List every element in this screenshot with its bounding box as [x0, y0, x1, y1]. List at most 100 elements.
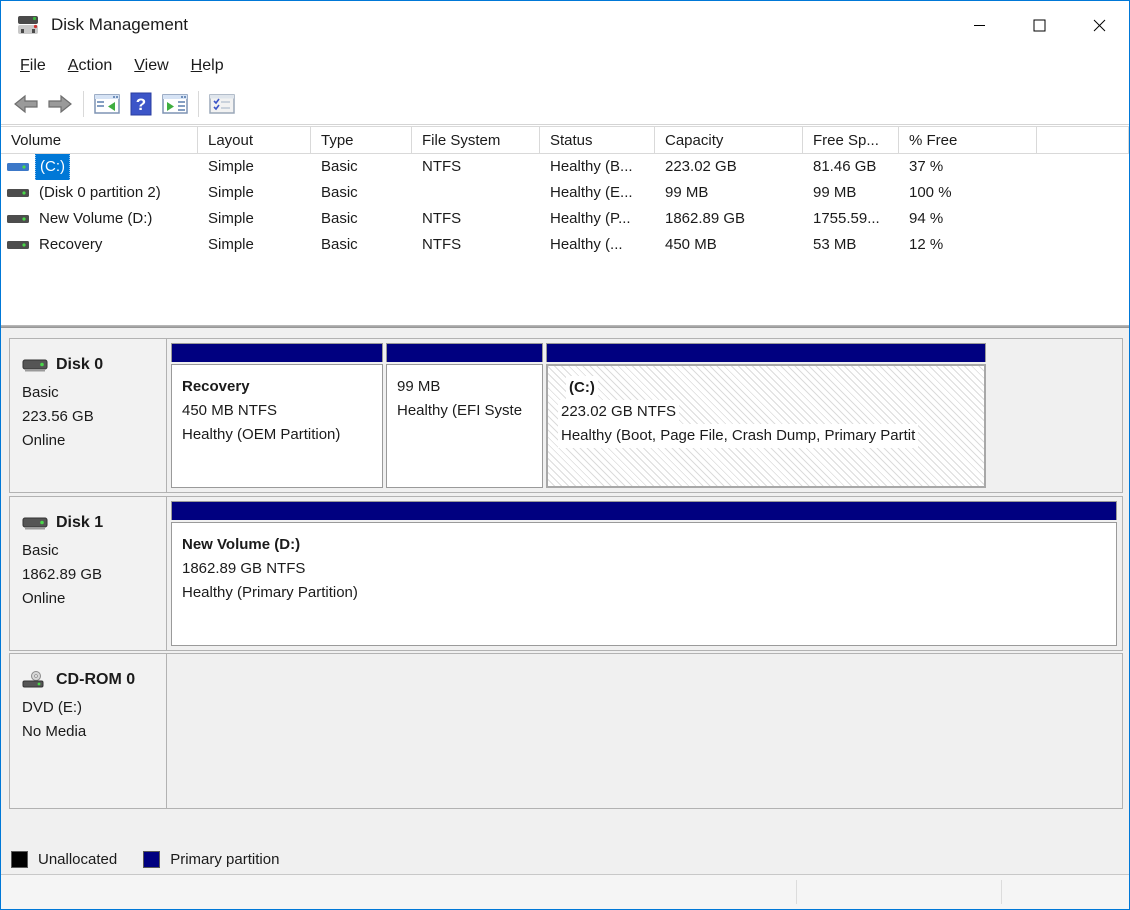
cell-file-system: NTFS [412, 206, 540, 232]
menu-view[interactable]: View [123, 53, 179, 79]
disk-name: CD-ROM 0 [56, 668, 135, 692]
maximize-button[interactable] [1009, 1, 1069, 49]
legend: Unallocated Primary partition [11, 851, 295, 868]
partition-efi-system[interactable]: 99 MB Healthy (EFI Syste [386, 343, 543, 488]
volume-name: New Volume (D:) [35, 206, 156, 232]
cell-layout: Simple [198, 232, 311, 258]
legend-unallocated-label: Unallocated [38, 851, 117, 868]
maximize-icon [1033, 19, 1046, 32]
action-pane-icon [162, 93, 188, 115]
volume-row-disk0-partition2[interactable]: (Disk 0 partition 2) Simple Basic Health… [1, 180, 1129, 206]
toolbar-separator [83, 91, 84, 117]
partition-status: Healthy (EFI Syste [397, 399, 542, 423]
cell-type: Basic [311, 232, 412, 258]
volume-row-c[interactable]: (C:) Simple Basic NTFS Healthy (B... 223… [1, 154, 1129, 180]
cell-free-space: 1755.59... [803, 206, 899, 232]
cell-pct-free: 12 % [899, 232, 1037, 258]
action-pane-button[interactable] [158, 88, 192, 120]
forward-icon [47, 94, 73, 114]
legend-primary-partition-label: Primary partition [170, 851, 279, 868]
partition-name: (C:) [566, 376, 598, 400]
svg-text:?: ? [136, 95, 146, 114]
primary-partition-swatch [143, 851, 160, 868]
cell-capacity: 450 MB [655, 232, 803, 258]
volume-icon [7, 162, 29, 172]
disk-1-row: Disk 1 Basic 1862.89 GB Online New Volum… [9, 496, 1123, 651]
volume-name: (C:) [35, 154, 70, 180]
help-icon: ? [130, 92, 152, 116]
partition-status: Healthy (Primary Partition) [182, 581, 1116, 605]
cell-free-space: 53 MB [803, 232, 899, 258]
menu-help[interactable]: Help [180, 53, 235, 79]
disk-1-label-panel[interactable]: Disk 1 Basic 1862.89 GB Online [9, 496, 167, 651]
disk-1-graph: New Volume (D:) 1862.89 GB NTFS Healthy … [167, 496, 1123, 651]
checklist-icon [209, 93, 235, 115]
statusbar-divider [796, 880, 797, 904]
menu-file[interactable]: File [9, 53, 57, 79]
column-header-type[interactable]: Type [311, 126, 412, 154]
disk-size: 1862.89 GB [22, 563, 166, 587]
cell-pct-free: 94 % [899, 206, 1037, 232]
cell-capacity: 99 MB [655, 180, 803, 206]
toolbar: ? [1, 83, 1129, 125]
forward-button[interactable] [43, 88, 77, 120]
partition-color-bar [546, 343, 986, 362]
close-icon [1093, 19, 1106, 32]
close-button[interactable] [1069, 1, 1129, 49]
partition-new-volume-d[interactable]: New Volume (D:) 1862.89 GB NTFS Healthy … [171, 501, 1117, 646]
partition-recovery[interactable]: Recovery 450 MB NTFS Healthy (OEM Partit… [171, 343, 383, 488]
volume-icon [7, 240, 29, 250]
cell-capacity: 223.02 GB [655, 154, 803, 180]
toolbar-separator [198, 91, 199, 117]
cell-capacity: 1862.89 GB [655, 206, 803, 232]
partition-c-drive[interactable]: (C:) 223.02 GB NTFS Healthy (Boot, Page … [546, 343, 986, 488]
cdrom-0-graph [167, 653, 1123, 809]
partition-color-bar [386, 343, 543, 362]
console-tree-icon [94, 93, 120, 115]
cell-free-space: 81.46 GB [803, 154, 899, 180]
console-tree-button[interactable] [90, 88, 124, 120]
cell-status: Healthy (... [540, 232, 655, 258]
volume-icon [7, 188, 29, 198]
disk-icon [22, 356, 48, 374]
volume-row-new-volume-d[interactable]: New Volume (D:) Simple Basic NTFS Health… [1, 206, 1129, 232]
cell-type: Basic [311, 180, 412, 206]
disk-kind: Basic [22, 381, 166, 405]
minimize-icon [973, 19, 986, 32]
unallocated-swatch [11, 851, 28, 868]
column-header-status[interactable]: Status [540, 126, 655, 154]
column-header-layout[interactable]: Layout [198, 126, 311, 154]
cell-file-system: NTFS [412, 232, 540, 258]
disk-size: 223.56 GB [22, 405, 166, 429]
column-header-pct-free[interactable]: % Free [899, 126, 1037, 154]
menu-action[interactable]: Action [57, 53, 123, 79]
cell-layout: Simple [198, 206, 311, 232]
volume-row-recovery[interactable]: Recovery Simple Basic NTFS Healthy (... … [1, 232, 1129, 258]
back-button[interactable] [9, 88, 43, 120]
disk-0-label-panel[interactable]: Disk 0 Basic 223.56 GB Online [9, 338, 167, 493]
partition-size: 223.02 GB NTFS [558, 400, 679, 424]
partition-name: New Volume (D:) [182, 533, 1116, 557]
volume-icon [7, 214, 29, 224]
title-bar: Disk Management [1, 1, 1129, 49]
partition-color-bar [171, 343, 383, 362]
disk-0-graph: Recovery 450 MB NTFS Healthy (OEM Partit… [167, 338, 1123, 493]
volume-name: Recovery [35, 232, 106, 258]
column-header-volume[interactable]: Volume [1, 126, 198, 154]
minimize-button[interactable] [949, 1, 1009, 49]
volume-name: (Disk 0 partition 2) [35, 180, 165, 206]
cdrom-0-label-panel[interactable]: CD-ROM 0 DVD (E:) No Media [9, 653, 167, 809]
disk-state: Online [22, 587, 166, 611]
cell-file-system: NTFS [412, 154, 540, 180]
disk-kind: DVD (E:) [22, 696, 166, 720]
column-header-capacity[interactable]: Capacity [655, 126, 803, 154]
disk-state: Online [22, 429, 166, 453]
status-bar [1, 874, 1129, 909]
column-header-free-space[interactable]: Free Sp... [803, 126, 899, 154]
partition-size: 1862.89 GB NTFS [182, 557, 1116, 581]
checklist-button[interactable] [205, 88, 239, 120]
help-button[interactable]: ? [124, 88, 158, 120]
window-title: Disk Management [51, 15, 188, 35]
column-header-file-system[interactable]: File System [412, 126, 540, 154]
back-icon [13, 94, 39, 114]
